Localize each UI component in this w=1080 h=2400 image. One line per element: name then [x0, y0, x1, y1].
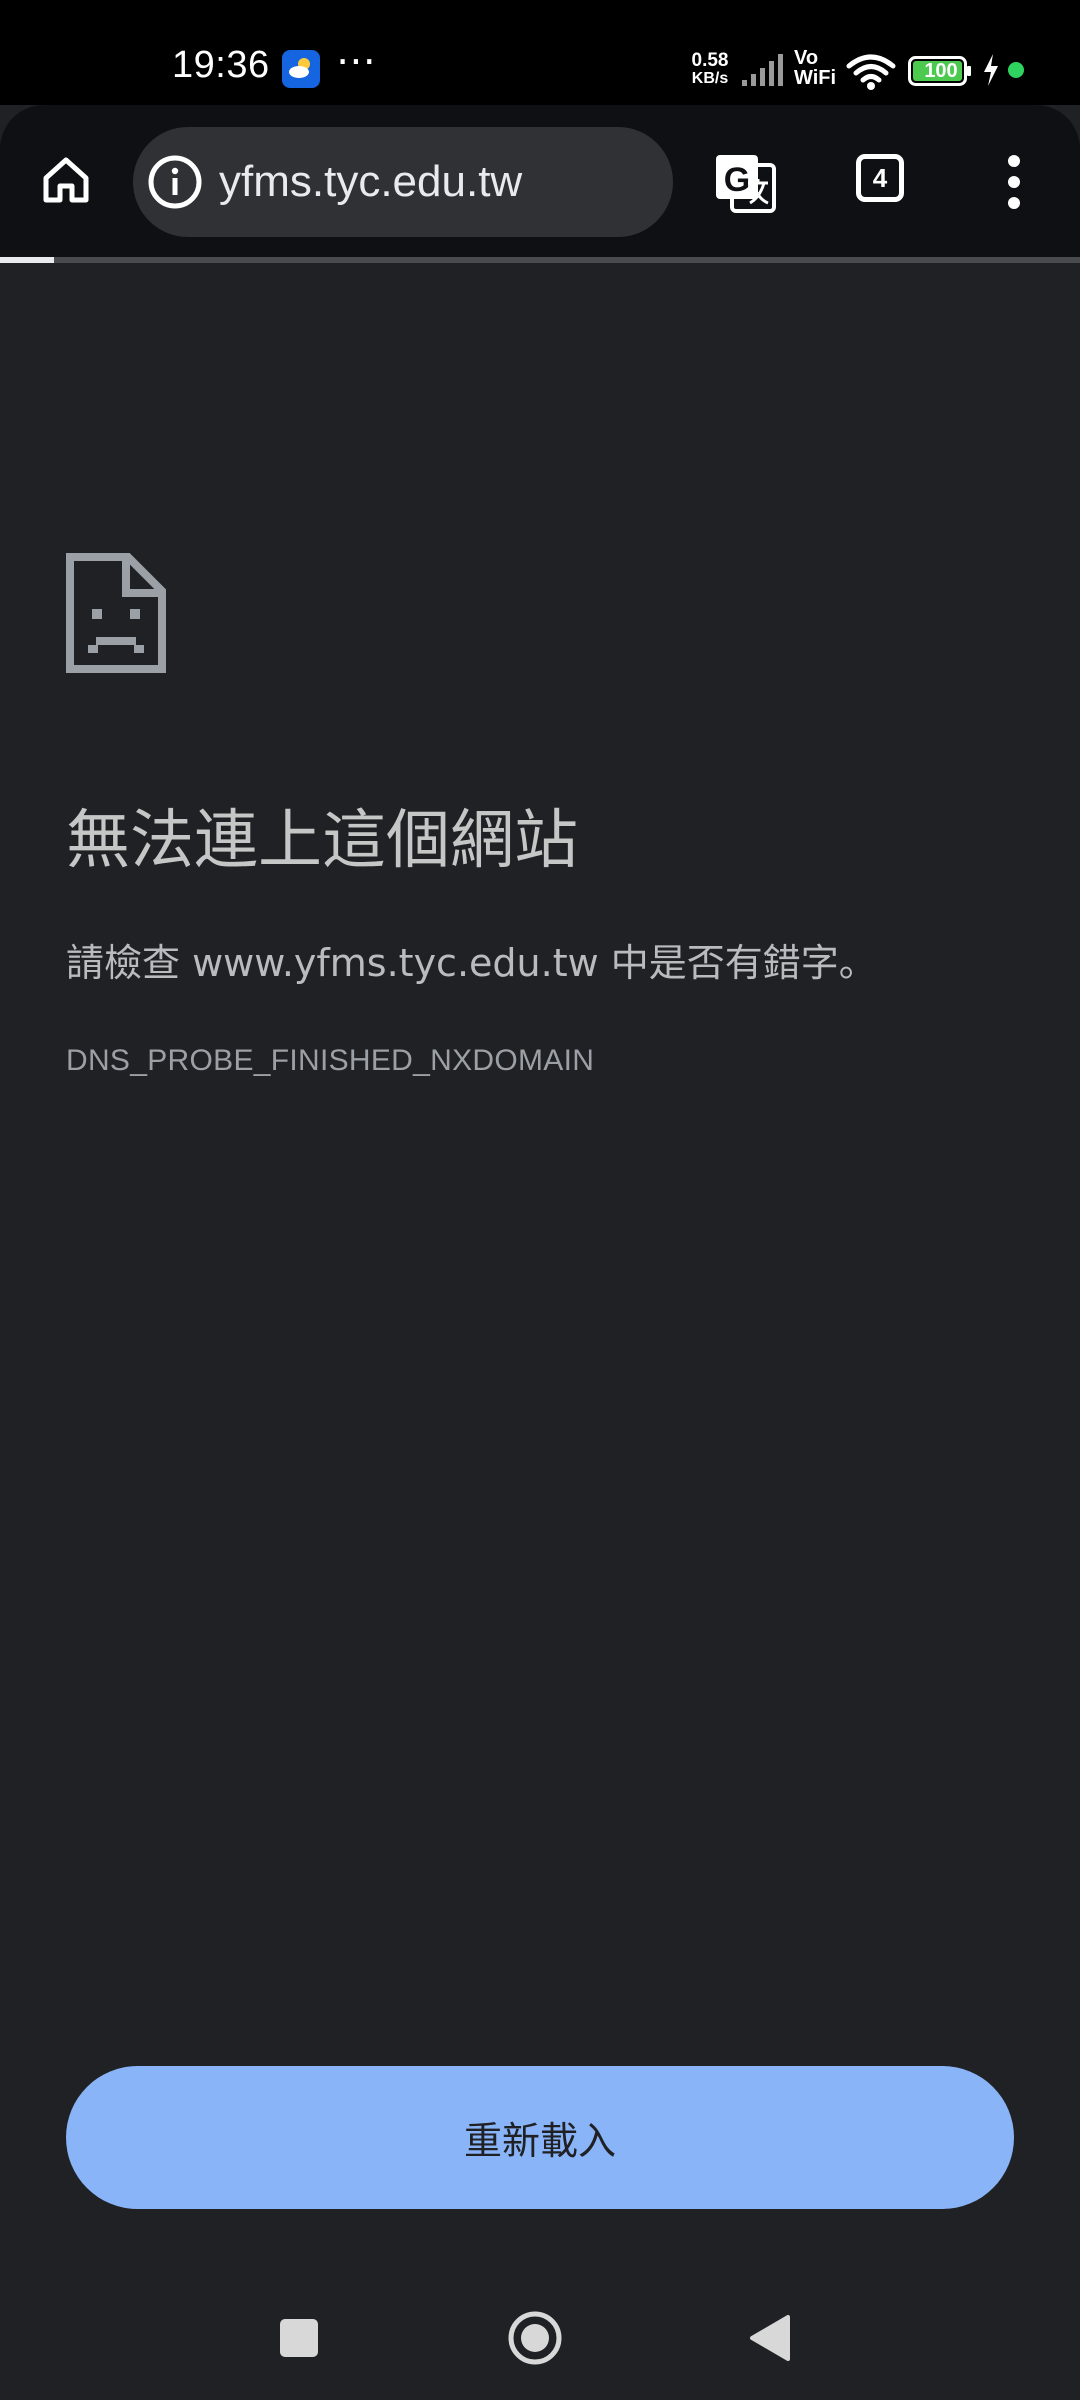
wifi-icon — [846, 52, 896, 92]
home-icon — [43, 157, 89, 203]
vowifi-line-2: WiFi — [794, 67, 837, 89]
svg-text:G: G — [724, 161, 750, 199]
charging-icon — [982, 52, 1000, 88]
weather-app-icon — [282, 50, 320, 88]
vowifi-line-1: Vo — [794, 47, 819, 69]
vowifi-indicator: Vo WiFi — [794, 48, 836, 88]
info-icon[interactable] — [147, 154, 203, 210]
reload-button[interactable]: 重新載入 — [66, 2066, 1014, 2209]
home-button[interactable] — [36, 150, 96, 210]
status-time: 19:36 — [172, 44, 270, 86]
system-navigation-bar — [0, 2303, 1080, 2400]
more-vert-icon[interactable] — [1000, 153, 1028, 211]
network-speed-value: 0.58 — [691, 50, 729, 71]
error-title: 無法連上這個網站 — [66, 804, 578, 878]
recents-square-icon[interactable] — [280, 2319, 318, 2357]
error-page: 無法連上這個網站 請檢查 www.yfms.tyc.edu.tw 中是否有錯字。… — [0, 263, 1080, 2303]
translate-icon: G — [716, 155, 776, 213]
battery-level: 100 — [924, 60, 958, 82]
sad-document-icon — [66, 553, 166, 673]
address-bar[interactable]: yfms.tyc.edu.tw — [133, 127, 673, 237]
more-notifications-icon: ⋯ — [336, 39, 377, 83]
url-text[interactable]: yfms.tyc.edu.tw — [219, 127, 522, 237]
signal-icon — [740, 52, 788, 88]
error-code[interactable]: DNS_PROBE_FINISHED_NXDOMAIN — [66, 1044, 594, 1078]
privacy-indicator-dot — [1008, 62, 1024, 78]
status-bar: 19:36 ⋯ 0.58 KB/s Vo WiFi 100 — [0, 0, 1080, 105]
tab-switcher-button[interactable]: 4 — [856, 154, 904, 202]
network-speed: 0.58 KB/s — [686, 50, 734, 88]
browser-toolbar: yfms.tyc.edu.tw G 4 — [0, 105, 1080, 257]
network-speed-unit: KB/s — [691, 70, 729, 87]
error-description: 請檢查 www.yfms.tyc.edu.tw 中是否有錯字。 — [66, 941, 877, 985]
translate-button[interactable]: G — [712, 149, 778, 215]
back-triangle-icon[interactable] — [748, 2313, 792, 2363]
home-circle-icon[interactable] — [507, 2310, 563, 2366]
